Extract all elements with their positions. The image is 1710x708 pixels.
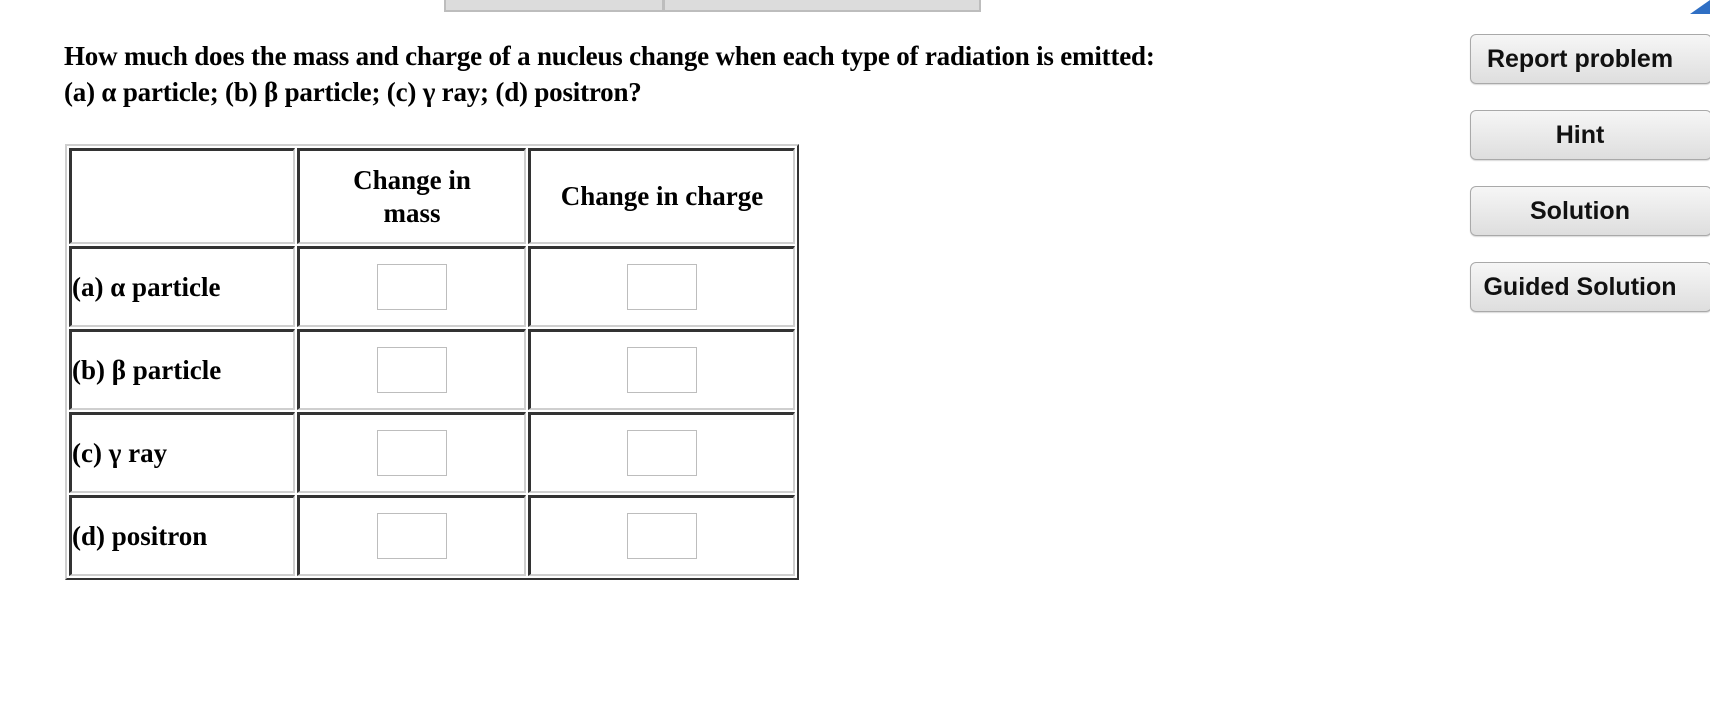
charge-cell [528,495,795,576]
row-label-alpha: (a) α particle [69,246,295,327]
row-label-positron: (d) positron [69,495,295,576]
row-label-gamma: (c) γ ray [69,412,295,493]
row-label-beta: (b) β particle [69,329,295,410]
top-tab-segment[interactable] [665,0,979,10]
beta-mass-input[interactable] [377,347,447,393]
table-row: (b) β particle [69,329,795,410]
table-header-row: Change in mass Change in charge [69,148,795,244]
alpha-mass-input[interactable] [377,264,447,310]
answer-table: Change in mass Change in charge (a) α pa… [65,144,799,580]
charge-cell [528,412,795,493]
gamma-mass-input[interactable] [377,430,447,476]
positron-charge-input[interactable] [627,513,697,559]
top-tab-segment[interactable] [446,0,665,10]
mass-cell [297,495,526,576]
header-mass-line-2: mass [383,197,441,228]
header-mass-line-1: Change in [353,164,471,195]
charge-cell [528,329,795,410]
table-row: (d) positron [69,495,795,576]
hint-button[interactable]: Hint [1470,110,1710,160]
report-problem-button[interactable]: Report problem [1470,34,1710,84]
mass-cell [297,246,526,327]
side-button-panel: Report problem Hint Solution Guided Solu… [1470,34,1710,338]
question-text: How much does the mass and charge of a n… [64,38,1364,110]
top-tab-strip [444,0,981,12]
guided-solution-button[interactable]: Guided Solution [1470,262,1710,312]
corner-flag-icon[interactable] [1690,0,1710,14]
gamma-charge-input[interactable] [627,430,697,476]
alpha-charge-input[interactable] [627,264,697,310]
mass-cell [297,412,526,493]
question-line-2: (a) α particle; (b) β particle; (c) γ ra… [64,77,642,107]
positron-mass-input[interactable] [377,513,447,559]
header-change-in-mass: Change in mass [297,148,526,244]
question-line-1: How much does the mass and charge of a n… [64,41,1155,71]
solution-button[interactable]: Solution [1470,186,1710,236]
mass-cell [297,329,526,410]
table-row: (c) γ ray [69,412,795,493]
table-row: (a) α particle [69,246,795,327]
header-change-in-charge: Change in charge [528,148,795,244]
charge-cell [528,246,795,327]
beta-charge-input[interactable] [627,347,697,393]
header-corner-cell [69,148,295,244]
